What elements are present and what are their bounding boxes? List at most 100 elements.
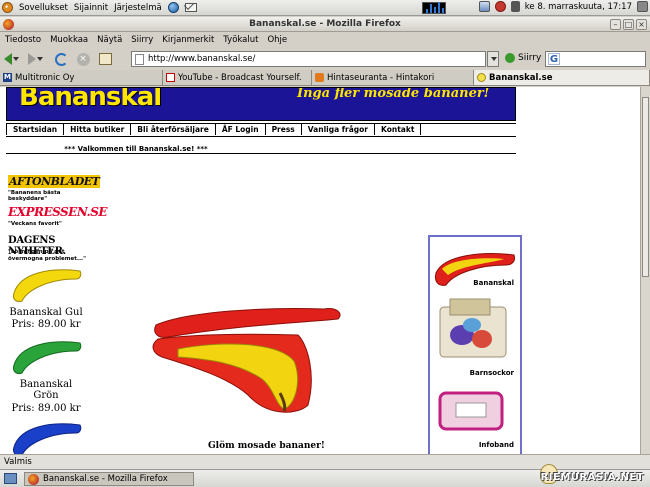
home-icon <box>98 53 112 65</box>
tab-bar: M Multitronic Oy YouTube - Broadcast You… <box>0 70 650 86</box>
firefox-icon <box>28 473 39 485</box>
menu-tools[interactable]: Työkalut <box>223 35 258 45</box>
navigation-toolbar: × http://www.bananskal.se/ Siirry G <box>0 48 650 70</box>
site-nav-faq[interactable]: Vanliga frågor <box>302 124 376 135</box>
system-monitor-icon[interactable] <box>422 2 446 14</box>
tab-hintakori[interactable]: Hintaseuranta - Hintakori <box>312 70 474 85</box>
hero-banana-case-image[interactable] <box>148 305 348 425</box>
menu-edit[interactable]: Muokkaa <box>50 35 88 45</box>
forward-button[interactable] <box>26 50 44 68</box>
side-infoband-image[interactable] <box>436 383 516 435</box>
aftonbladet-logo: AFTONBLADET <box>8 175 101 188</box>
go-button[interactable]: Siirry <box>505 53 541 63</box>
product-price-yellow: Pris: 89.00 kr <box>11 319 81 330</box>
tab-bananskal[interactable]: Bananskal.se <box>474 70 650 85</box>
product-image-yellow[interactable] <box>10 263 86 303</box>
site-logo[interactable]: Bananskal <box>19 88 162 112</box>
firefox-launcher-icon[interactable] <box>167 2 179 13</box>
site-nav-find-stores[interactable]: Hitta butiker <box>64 124 132 135</box>
window-titlebar[interactable]: Bananskal.se - Mozilla Firefox – □ × <box>0 17 650 32</box>
menu-bookmarks[interactable]: Kirjanmerkit <box>162 35 214 45</box>
network-icon[interactable] <box>478 1 490 12</box>
volume-icon[interactable] <box>510 1 520 12</box>
panel-menu-system[interactable]: Järjestelmä <box>114 3 162 13</box>
update-notifier-icon[interactable] <box>494 1 506 12</box>
go-arrow-icon <box>505 53 515 63</box>
panel-menu-applications[interactable]: Sovellukset <box>19 3 68 13</box>
minimize-button[interactable]: – <box>610 19 621 30</box>
youtube-icon <box>166 73 175 82</box>
side-label-barnsockor[interactable]: Barnsockor <box>430 369 520 377</box>
panel-menu-places[interactable]: Sijainnit <box>74 3 108 13</box>
menu-go[interactable]: Siirry <box>131 35 153 45</box>
menu-file[interactable]: Tiedosto <box>5 35 41 45</box>
site-nav-press[interactable]: Press <box>266 124 302 135</box>
welcome-text: *** Valkommen till Bananskal.se! *** <box>64 145 208 153</box>
m-icon: M <box>3 73 12 82</box>
product-price-green: Pris: 89.00 kr <box>11 403 81 414</box>
vertical-scrollbar[interactable] <box>640 87 650 454</box>
home-button[interactable] <box>96 50 114 68</box>
url-bar[interactable]: http://www.bananskal.se/ <box>131 51 486 67</box>
stop-icon: × <box>76 52 90 66</box>
tab-label: YouTube - Broadcast Yourself. <box>178 72 302 83</box>
power-icon[interactable] <box>637 1 648 12</box>
reload-button[interactable] <box>52 50 70 68</box>
tab-label: Bananskal.se <box>489 72 553 83</box>
url-text: http://www.bananskal.se/ <box>148 54 256 64</box>
back-button[interactable] <box>2 50 20 68</box>
side-label-infoband[interactable]: Infoband <box>430 441 520 449</box>
search-input[interactable]: G <box>545 51 646 67</box>
menu-help[interactable]: Ohje <box>267 35 287 45</box>
taskbar-item-label: Bananskal.se - Mozilla Firefox <box>43 474 168 484</box>
window-title: Bananskal.se - Mozilla Firefox <box>249 19 401 29</box>
product-name-green[interactable]: Bananskal Grön <box>6 379 86 401</box>
status-text: Valmis <box>4 457 32 467</box>
page-icon <box>135 53 144 65</box>
panel-tray: ke 8. marraskuuta, 17:17 <box>478 1 648 12</box>
hintakori-icon <box>315 73 324 82</box>
go-label: Siirry <box>518 53 542 63</box>
side-label-bananskal[interactable]: Bananskal <box>430 279 520 287</box>
site-nav-reseller[interactable]: Bli återförsäljare <box>131 124 216 135</box>
chevron-down-icon <box>490 57 497 61</box>
site-nav: Startsidan Hitta butiker Bli återförsälj… <box>6 124 516 135</box>
side-socks-image[interactable] <box>436 295 516 365</box>
product-image-blue[interactable] <box>10 417 86 454</box>
product-name-yellow[interactable]: Bananskal Gul <box>6 307 86 318</box>
tab-label: Hintaseuranta - Hintakori <box>327 72 435 83</box>
site-nav-contact[interactable]: Kontakt <box>375 124 422 135</box>
chevron-down-icon <box>12 57 19 61</box>
browser-menubar: Tiedosto Muokkaa Näytä Siirry Kirjanmerk… <box>0 33 650 47</box>
scrollbar-thumb[interactable] <box>642 97 649 277</box>
stop-button[interactable]: × <box>74 50 92 68</box>
panel-menus: Sovellukset Sijainnit Järjestelmä <box>0 2 197 13</box>
site-nav-home[interactable]: Startsidan <box>6 124 65 135</box>
taskbar-item-firefox[interactable]: Bananskal.se - Mozilla Firefox <box>24 472 194 486</box>
back-arrow-icon <box>3 53 12 65</box>
google-icon[interactable]: G <box>548 53 560 65</box>
show-desktop-icon[interactable] <box>4 473 17 484</box>
page-viewport[interactable]: Bananskal Inga fler mosade bananer! Star… <box>0 87 640 454</box>
chevron-down-icon <box>36 57 43 61</box>
side-product-box: Bananskal Barnsockor Infoband <box>428 235 522 454</box>
close-button[interactable]: × <box>636 19 647 30</box>
maximize-button[interactable]: □ <box>623 19 634 30</box>
site-banner: Bananskal Inga fler mosade bananer! <box>6 87 516 121</box>
hero-caption: Glöm mosade bananer! <box>208 441 325 451</box>
reload-icon <box>54 52 68 66</box>
site-nav-af-login[interactable]: ÅF Login <box>216 124 266 135</box>
menu-view[interactable]: Näytä <box>97 35 122 45</box>
product-image-green[interactable] <box>10 335 86 375</box>
gnome-top-panel: Sovellukset Sijainnit Järjestelmä ke 8. … <box>0 0 650 16</box>
expressen-logo: EXPRESSEN.SE <box>8 205 108 219</box>
panel-clock[interactable]: ke 8. marraskuuta, 17:17 <box>525 2 632 12</box>
tab-youtube[interactable]: YouTube - Broadcast Yourself. <box>163 70 312 85</box>
press-quote: "Lösningen på det övermogna problemet...… <box>8 249 86 262</box>
tab-multitronic[interactable]: M Multitronic Oy <box>0 70 163 85</box>
url-history-dropdown[interactable] <box>487 51 499 67</box>
mail-launcher-icon[interactable] <box>184 3 197 12</box>
nav-divider-bottom <box>6 136 516 137</box>
firefox-window-icon[interactable] <box>3 19 14 30</box>
gnome-foot-icon[interactable] <box>2 2 13 13</box>
